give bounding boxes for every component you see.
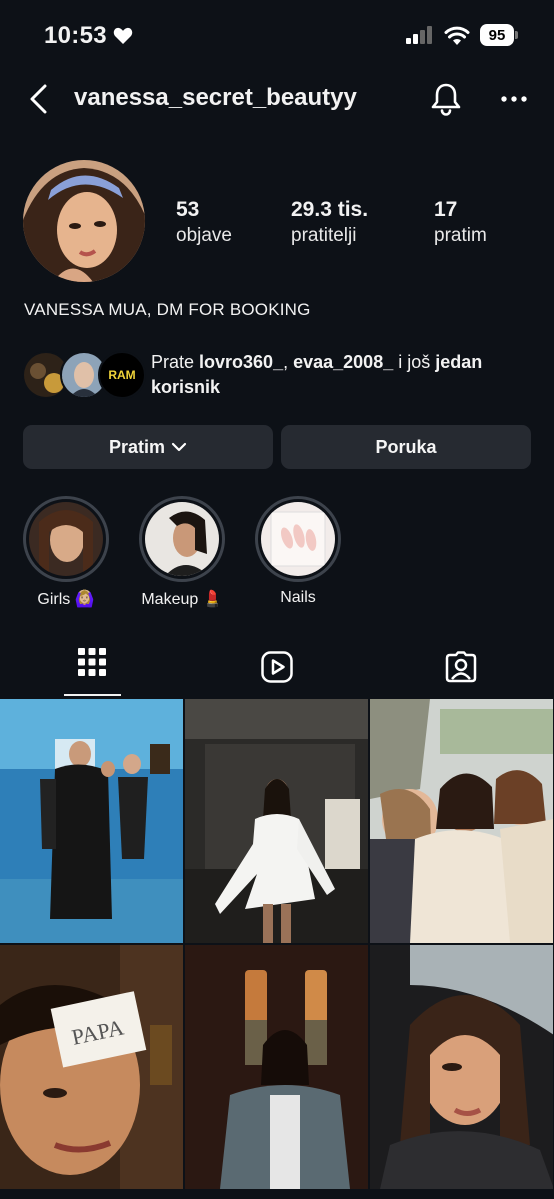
post-thumbnail[interactable] bbox=[0, 699, 183, 943]
stat-posts[interactable]: 53 objave bbox=[176, 197, 232, 249]
post-thumbnail[interactable] bbox=[185, 699, 368, 943]
highlight-label: Makeup 💄 bbox=[141, 591, 223, 608]
bell-icon bbox=[431, 83, 461, 116]
profile-avatar[interactable] bbox=[23, 160, 145, 282]
stat-followers[interactable]: 29.3 tis. pratitelji bbox=[291, 197, 368, 249]
more-dots-icon bbox=[501, 96, 527, 102]
mutual-followers-avatars[interactable]: RAM bbox=[22, 351, 146, 399]
status-indicators: 95 bbox=[406, 24, 518, 46]
highlight-label: Nails bbox=[280, 589, 316, 606]
mutual-user-1[interactable]: lovro360_ bbox=[199, 352, 283, 372]
tab-posts-grid[interactable] bbox=[78, 648, 106, 681]
wifi-icon bbox=[444, 26, 470, 45]
tab-reels[interactable] bbox=[261, 651, 293, 688]
highlight-makeup[interactable]: Makeup 💄 bbox=[132, 496, 232, 609]
grid-icon bbox=[78, 648, 106, 676]
battery-level: 95 bbox=[480, 24, 514, 46]
message-button[interactable]: Poruka bbox=[281, 425, 531, 469]
highlight-ring bbox=[139, 496, 225, 582]
highlight-girls[interactable]: Girls 🙆🏼‍♀️ bbox=[16, 496, 116, 609]
tab-tagged[interactable] bbox=[445, 651, 477, 688]
profile-username: vanessa_secret_beautyy bbox=[74, 84, 357, 111]
mutual-followers-text[interactable]: Prate lovro360_, evaa_2008_ i još jedan … bbox=[151, 350, 511, 400]
signal-icon bbox=[406, 26, 432, 44]
post-thumbnail[interactable] bbox=[370, 945, 553, 1189]
highlight-ring bbox=[23, 496, 109, 582]
following-button[interactable]: Pratim bbox=[23, 425, 273, 469]
post-thumbnail[interactable] bbox=[370, 699, 553, 943]
heart-icon bbox=[113, 27, 133, 44]
stat-following[interactable]: 17 pratim bbox=[434, 197, 487, 249]
mutual-user-2[interactable]: evaa_2008_ bbox=[293, 352, 393, 372]
back-button[interactable] bbox=[28, 84, 50, 119]
notifications-button[interactable] bbox=[430, 82, 462, 121]
battery-indicator: 95 bbox=[480, 24, 518, 46]
post-thumbnail[interactable] bbox=[185, 945, 368, 1189]
mutual-avatar-3: RAM bbox=[98, 351, 146, 399]
active-tab-indicator bbox=[64, 694, 121, 696]
tagged-person-icon bbox=[445, 651, 477, 683]
reels-play-icon bbox=[261, 651, 293, 683]
chevron-left-icon bbox=[30, 84, 47, 114]
status-time: 10:53 bbox=[44, 22, 133, 50]
more-options-button[interactable] bbox=[500, 84, 528, 119]
profile-bio: VANESSA MUA, DM FOR BOOKING bbox=[24, 300, 311, 319]
highlight-ring bbox=[255, 496, 341, 582]
highlight-nails[interactable]: Nails bbox=[248, 496, 348, 607]
highlight-label: Girls 🙆🏼‍♀️ bbox=[37, 591, 95, 608]
chevron-down-icon bbox=[171, 442, 187, 452]
post-thumbnail[interactable]: PAPA bbox=[0, 945, 183, 1189]
